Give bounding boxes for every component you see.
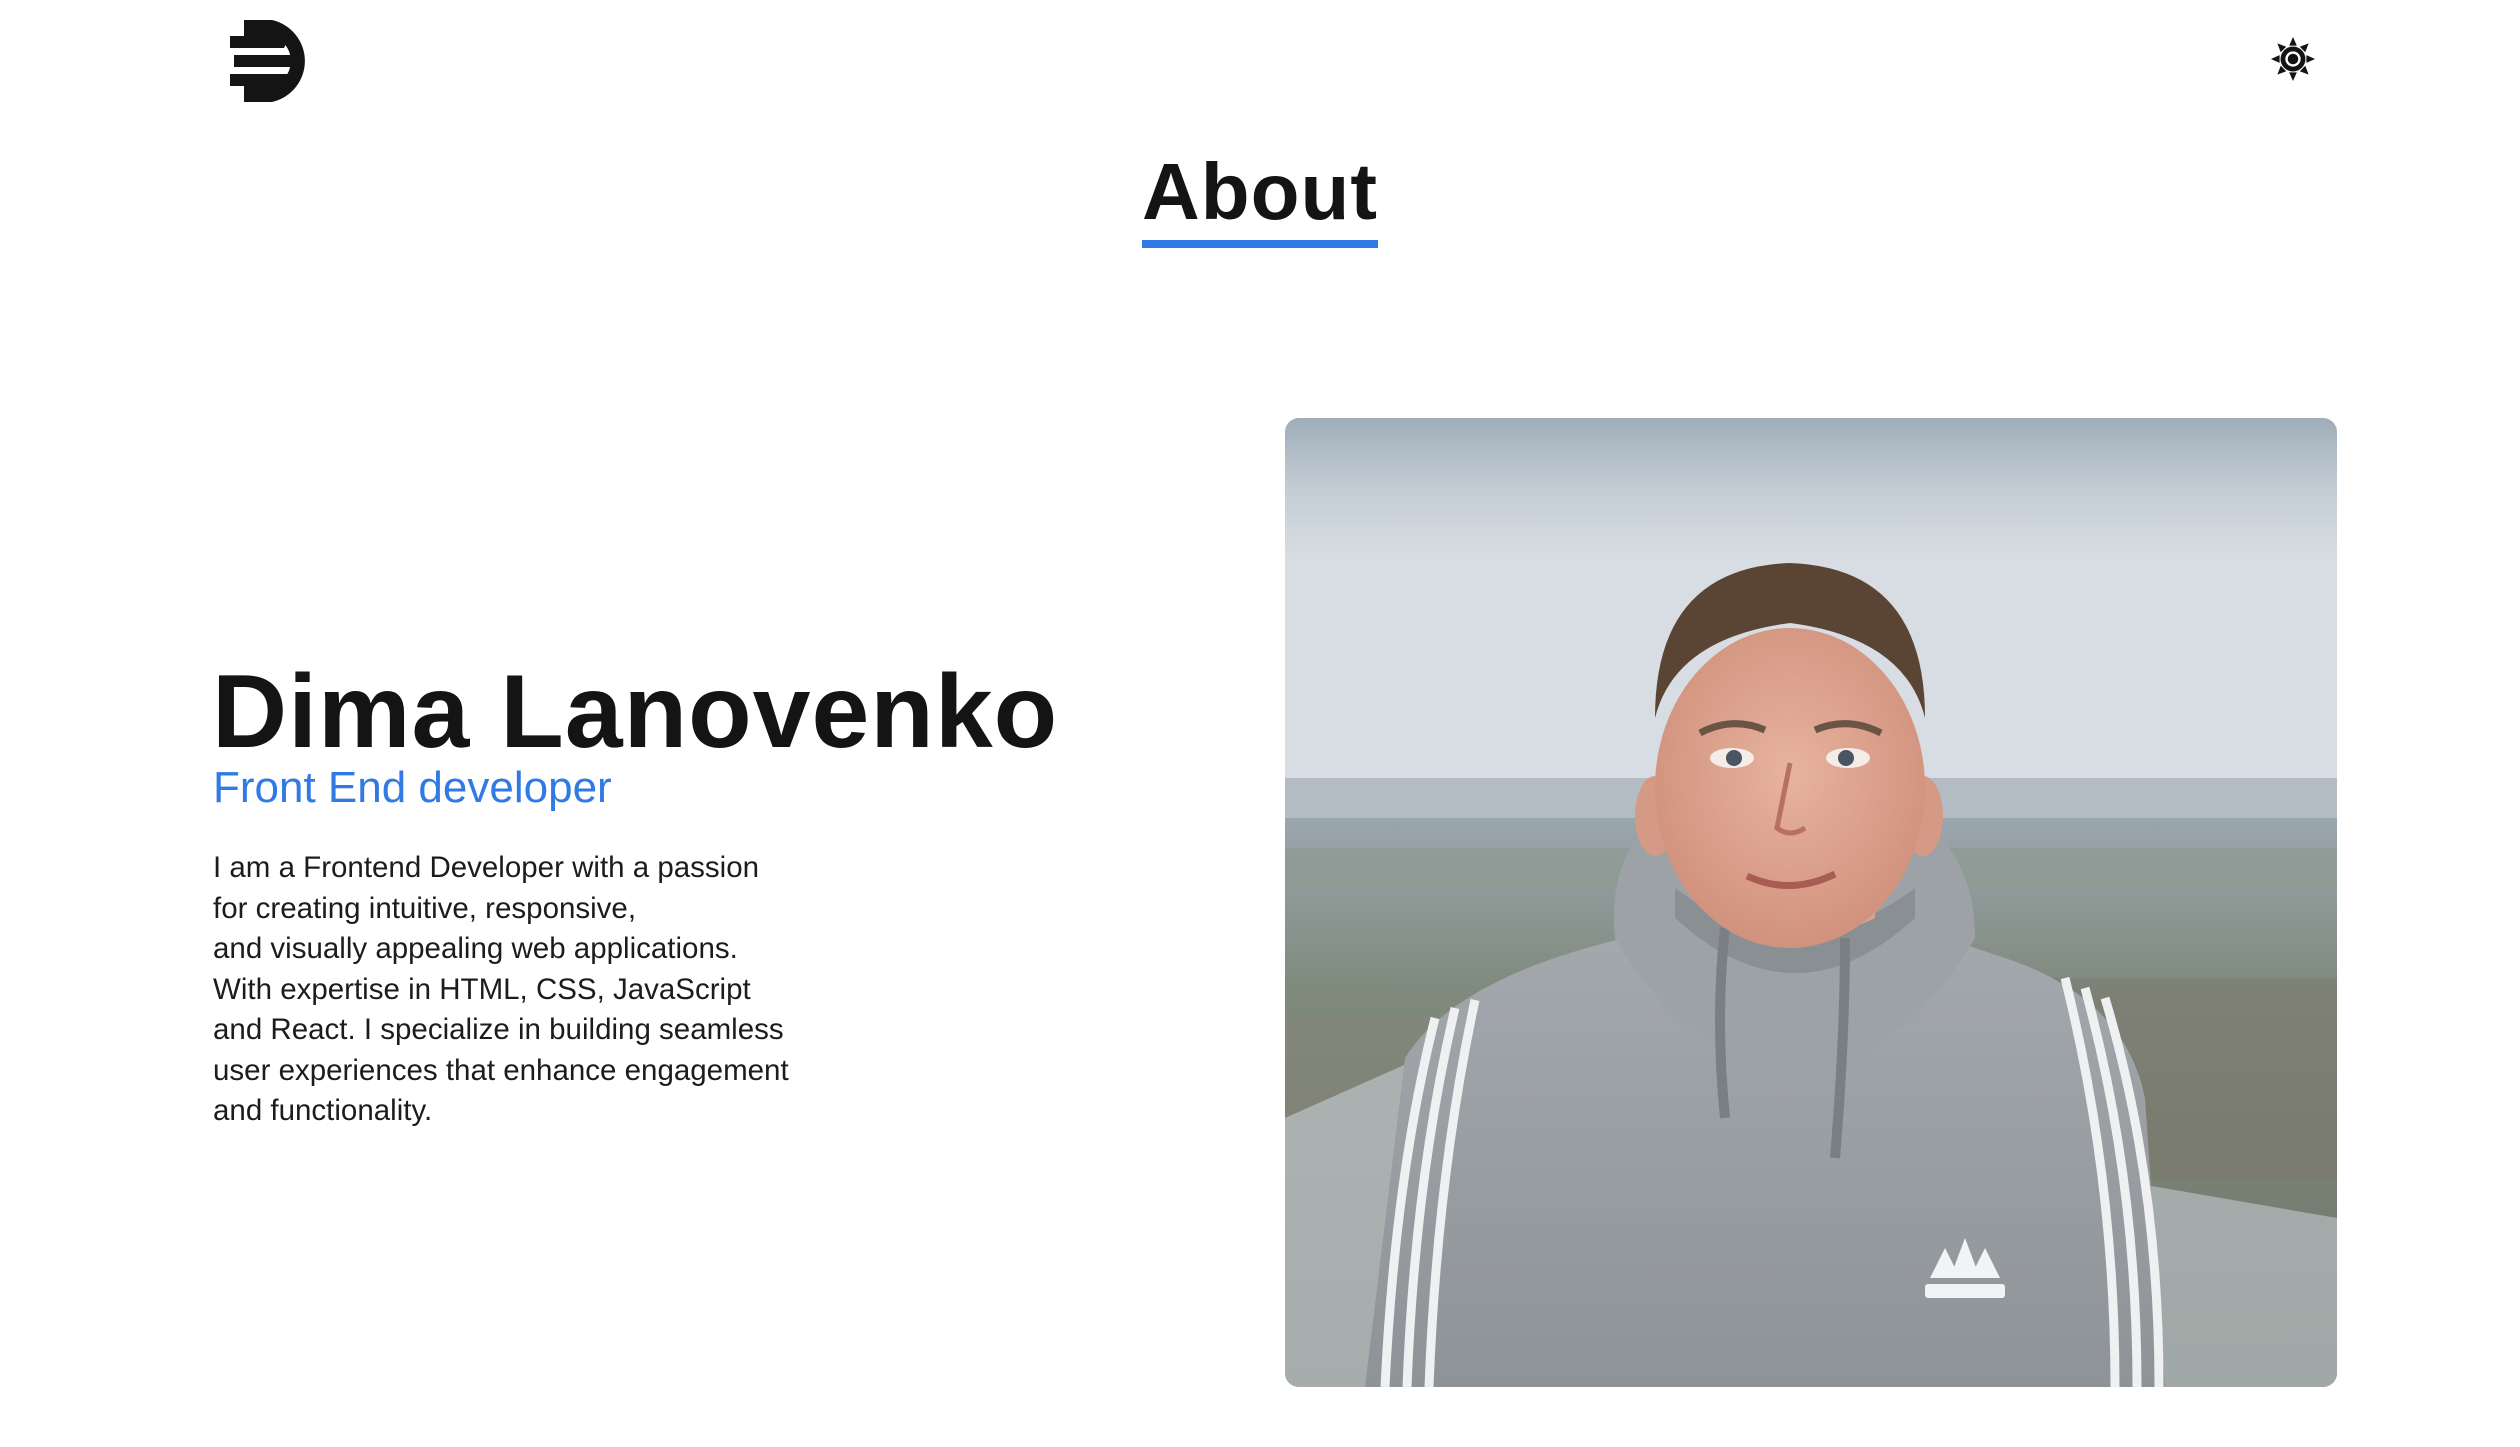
bio-line: for creating intuitive, responsive, — [213, 891, 637, 925]
profile-name: Dima Lanovenko — [212, 654, 1059, 770]
profile-bio: I am a Frontend Developer with a passion… — [213, 848, 789, 1132]
section-heading: About — [0, 150, 2520, 248]
bio-line: and React. I specialize in building seam… — [213, 1013, 784, 1046]
bio-line: With expertise in HTML, CSS, JavaScript — [213, 972, 751, 1006]
bio-line: and visually appealing web applications. — [213, 932, 738, 965]
portrait-illustration — [1285, 418, 2337, 1387]
sun-icon — [2270, 36, 2316, 82]
bio-line: and functionality. — [213, 1094, 433, 1127]
profile-role: Front End developer — [213, 763, 612, 812]
profile-photo — [1285, 418, 2337, 1387]
bio-line: I am a Frontend Developer with a passion — [213, 851, 760, 884]
site-logo[interactable] — [228, 18, 316, 104]
bio-line: user experiences that enhance engagement — [213, 1053, 789, 1087]
theme-toggle-button[interactable] — [2268, 34, 2318, 84]
about-title: About — [1141, 150, 1378, 248]
db-monogram-logo-icon — [230, 20, 305, 102]
